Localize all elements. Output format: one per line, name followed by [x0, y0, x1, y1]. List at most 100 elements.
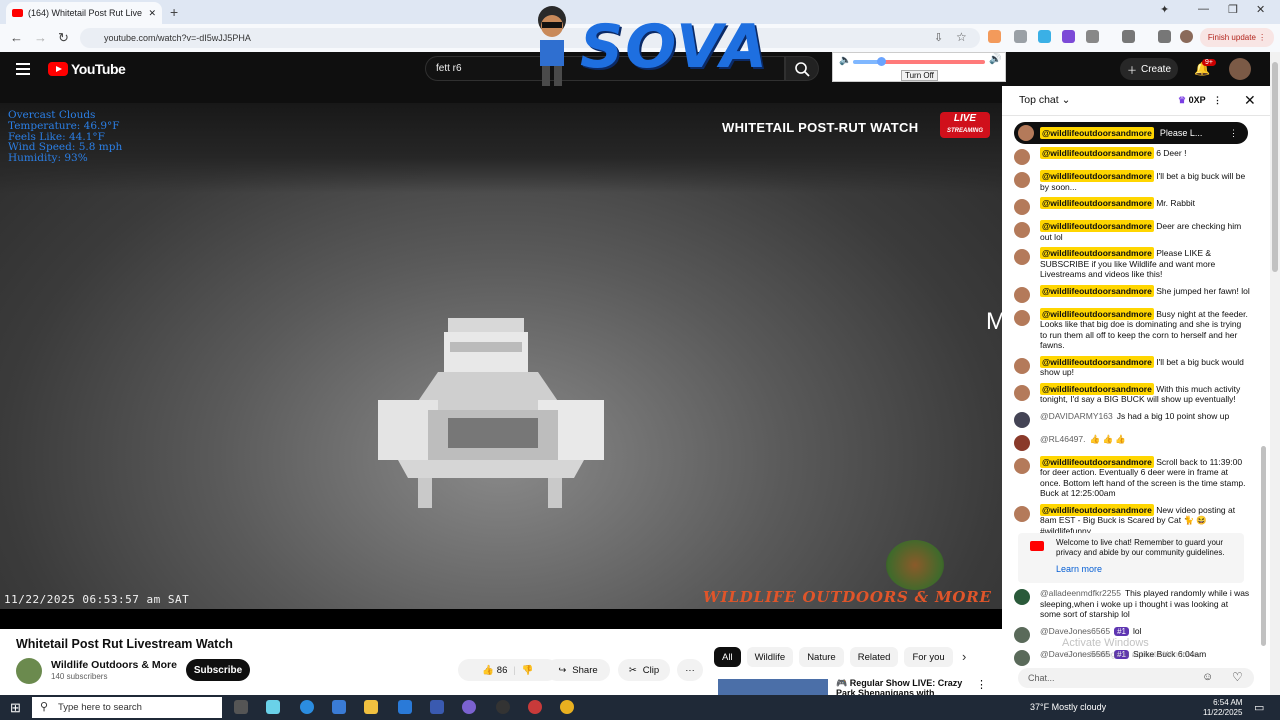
- subscribe-button[interactable]: Subscribe: [186, 659, 250, 681]
- recommendation-menu-icon[interactable]: ⋮: [976, 678, 987, 691]
- heart-icon[interactable]: ♡: [1232, 670, 1243, 684]
- close-chat-icon[interactable]: ✕: [1244, 92, 1256, 109]
- pinned-message[interactable]: @wildlifeoutdoorsandmore Please L... ⋮: [1014, 122, 1248, 144]
- notifications-icon[interactable]: ▭: [1254, 701, 1264, 714]
- profile-avatar[interactable]: [1180, 30, 1193, 43]
- extension-icon[interactable]: [988, 30, 1001, 43]
- dislike-button[interactable]: 👎: [522, 665, 534, 676]
- browser-tab[interactable]: (164) Whitetail Post Rut Live ✕: [6, 2, 162, 24]
- chip-all[interactable]: All: [714, 647, 741, 667]
- chat-menu-icon[interactable]: ⋮: [1213, 95, 1222, 105]
- youtube-logo[interactable]: YouTube: [48, 61, 126, 77]
- chat-message[interactable]: @wildlifeoutdoorsandmore I'll bet a big …: [1014, 355, 1250, 378]
- more-actions-button[interactable]: ···: [677, 659, 703, 681]
- learn-more-link[interactable]: Learn more: [1056, 564, 1238, 574]
- menu-icon[interactable]: [16, 63, 30, 75]
- chat-message[interactable]: @wildlifeoutdoorsandmore Busy night at t…: [1014, 307, 1250, 351]
- taskbar-clock[interactable]: 6:54 AM 11/22/2025: [1203, 698, 1242, 718]
- window-close-icon[interactable]: ✕: [1256, 3, 1265, 16]
- volume-slider-handle[interactable]: [877, 57, 886, 66]
- app-icon[interactable]: [462, 700, 476, 714]
- back-icon[interactable]: ←: [10, 30, 23, 45]
- extension-icon[interactable]: [1014, 30, 1027, 43]
- search-input[interactable]: fett r6: [425, 56, 785, 81]
- app-icon[interactable]: [496, 700, 510, 714]
- message-author: @wildlifeoutdoorsandmore: [1040, 455, 1154, 468]
- chip-for-you[interactable]: For you: [904, 647, 953, 667]
- volume-slider[interactable]: [853, 60, 985, 64]
- chat-message[interactable]: @wildlifeoutdoorsandmore Deer are checki…: [1014, 220, 1250, 242]
- copilot-icon[interactable]: [266, 700, 280, 714]
- speaker-loud-icon[interactable]: 🔊: [989, 54, 1001, 65]
- create-button[interactable]: ＋ Create: [1120, 58, 1178, 80]
- store-icon[interactable]: [398, 700, 412, 714]
- chevron-right-icon[interactable]: ›: [962, 649, 966, 664]
- xp-badge[interactable]: ♛ 0XP ⋮: [1178, 95, 1222, 106]
- chip-nature[interactable]: Nature: [799, 647, 844, 667]
- stream-overlay-title: WHITETAIL POST-RUT WATCH: [722, 120, 919, 135]
- search-button[interactable]: [785, 56, 819, 81]
- speaker-mute-icon[interactable]: 🔈: [839, 55, 851, 66]
- sparkle-icon[interactable]: ✦: [1160, 3, 1169, 16]
- new-tab-button[interactable]: +: [170, 4, 178, 20]
- clip-button[interactable]: ✂ Clip: [618, 659, 670, 681]
- chrome-icon[interactable]: [560, 700, 574, 714]
- downloads-icon[interactable]: [1158, 30, 1171, 43]
- like-button[interactable]: 👍 86: [482, 665, 507, 676]
- chat-input[interactable]: Chat... ☺ ♡: [1018, 668, 1254, 688]
- minimize-icon[interactable]: —: [1198, 3, 1209, 15]
- chat-message[interactable]: @wildlifeoutdoorsandmore New video posti…: [1014, 503, 1250, 537]
- chip-wildlife[interactable]: Wildlife: [746, 647, 794, 667]
- extension-icon[interactable]: [1038, 30, 1051, 43]
- chat-message[interactable]: @wildlifeoutdoorsandmore I'll bet a big …: [1014, 170, 1250, 192]
- file-explorer-icon[interactable]: [364, 700, 378, 714]
- emoji-icon[interactable]: ☺: [1202, 671, 1213, 683]
- pinned-menu-icon[interactable]: ⋮: [1229, 128, 1238, 139]
- finish-update-button[interactable]: Finish update ⋮: [1200, 28, 1274, 47]
- account-avatar[interactable]: [1229, 58, 1251, 80]
- message-author: @wildlifeoutdoorsandmore: [1040, 307, 1154, 320]
- player-control-bar[interactable]: [0, 609, 1002, 629]
- youtube-logo-text: YouTube: [71, 61, 126, 77]
- task-view-icon[interactable]: [234, 700, 248, 714]
- chat-message[interactable]: @wildlifeoutdoorsandmore She jumped her …: [1014, 284, 1250, 303]
- extensions-puzzle-icon[interactable]: [1086, 30, 1099, 43]
- edge-icon[interactable]: [300, 700, 314, 714]
- page-scrollbar[interactable]: [1270, 52, 1280, 695]
- app-icon[interactable]: [430, 700, 444, 714]
- chat-message[interactable]: @wildlifeoutdoorsandmore Scroll back to …: [1014, 455, 1250, 499]
- chat-message[interactable]: @alladeenmdfkr2255 This played randomly w…: [1014, 588, 1250, 620]
- channel-avatar[interactable]: [16, 658, 42, 684]
- message-author: @wildlifeoutdoorsandmore: [1040, 197, 1154, 209]
- install-app-icon[interactable]: ⇩: [934, 31, 947, 44]
- chip-related[interactable]: Related: [849, 647, 899, 667]
- taskbar-search-box[interactable]: ⚲ Type here to search: [32, 697, 222, 718]
- share-button[interactable]: ↪ Share: [546, 659, 610, 681]
- chat-scrollbar[interactable]: [1261, 116, 1267, 656]
- channel-name[interactable]: Wildlife Outdoors & More: [51, 659, 177, 671]
- restore-icon[interactable]: ❐: [1228, 3, 1238, 16]
- chat-mode-dropdown[interactable]: Top chat ⌄: [1019, 94, 1070, 106]
- tab-close-icon[interactable]: ✕: [148, 8, 156, 19]
- app-icon[interactable]: [528, 700, 542, 714]
- extension-icon[interactable]: [1062, 30, 1075, 43]
- chat-message[interactable]: @RL46497. 👍 👍 👍: [1014, 434, 1250, 451]
- reload-icon[interactable]: ↻: [58, 30, 69, 46]
- url-field[interactable]: youtube.com/watch?v=-dI5wJJ5PHA: [80, 28, 980, 48]
- chat-message[interactable]: @wildlifeoutdoorsandmore Mr. Rabbit: [1014, 197, 1250, 215]
- member-rank-badge: #1: [1114, 626, 1129, 636]
- chat-message[interactable]: @DAVIDARMY163 Js had a big 10 point show …: [1014, 411, 1250, 428]
- chat-message[interactable]: @wildlifeoutdoorsandmore With this much …: [1014, 382, 1250, 405]
- chat-message[interactable]: @wildlifeoutdoorsandmore Please LIKE & S…: [1014, 247, 1250, 280]
- avatar: [1014, 309, 1030, 326]
- forward-icon[interactable]: →: [34, 30, 47, 45]
- sidebar-icon[interactable]: [1122, 30, 1135, 43]
- mail-icon[interactable]: [332, 700, 346, 714]
- taskbar-weather[interactable]: 37°F Mostly cloudy: [1030, 702, 1106, 712]
- bookmark-star-icon[interactable]: ☆: [956, 30, 969, 44]
- chat-message[interactable]: @wildlifeoutdoorsandmore 6 Deer !: [1014, 147, 1250, 165]
- message-text: 👍 👍 👍: [1089, 433, 1126, 444]
- turn-off-button[interactable]: Turn Off: [901, 70, 938, 81]
- windows-start-icon[interactable]: ⊞: [10, 700, 21, 716]
- share-icon: ↪: [558, 664, 567, 676]
